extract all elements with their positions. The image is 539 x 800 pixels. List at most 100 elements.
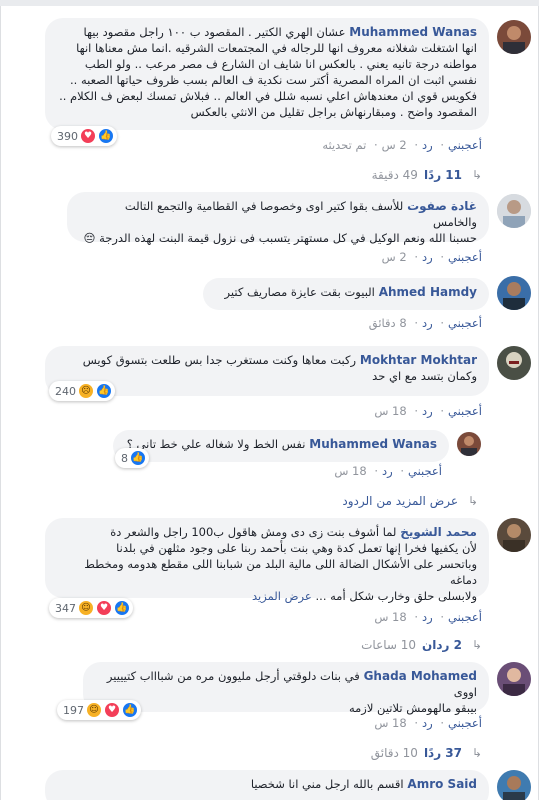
commenter-name[interactable]: Mokhtar Mokhtar [360,353,477,367]
comment-time[interactable]: 2 س [382,250,407,264]
commenter-name[interactable]: غادة صفوت [407,199,477,213]
comment-bubble: Ahmed Hamdy البيوت بقت عايزة مصاريف كتير [203,278,489,310]
commenter-name[interactable]: Muhammed Wanas [309,437,437,451]
like-link[interactable]: أعجبني [448,250,482,264]
like-link[interactable]: أعجبني [448,610,482,624]
reply-arrow-icon: ↳ [471,638,482,652]
avatar[interactable] [497,20,531,54]
reply-link[interactable]: رد [422,138,433,152]
haha-reaction-icon: ☺ [78,600,94,616]
comment-time[interactable]: 18 س [374,404,406,418]
sad-reaction-icon: ☹ [78,383,94,399]
comment-bubble: Amro Said اقسم بالله ارجل مني انا شخصيا [45,770,489,800]
reply-bubble: Muhammed Wanas نفس الخط ولا شغاله علي خط… [113,430,449,462]
comment-text: بيبقو مالهومش تلاتين لازمه [348,701,477,715]
avatar[interactable] [497,770,531,800]
avatar[interactable] [457,432,481,456]
comment-text: وكمان بتسد مع اي حد [372,369,477,383]
profile-photo-icon [497,770,531,800]
comment-bubble: Ghada Mohamed في بنات دلوقتي أرجل مليوون… [83,662,489,715]
profile-photo-icon [457,432,481,456]
like-reaction-icon: 👍 [130,450,146,466]
reaction-count: 240 [55,384,76,398]
haha-reaction-icon: ☺ [86,702,102,718]
comment-text: فكويس قوي ان معندهاش اعلي نسبه شلل في ال… [59,89,477,103]
reaction-summary[interactable]: 347 ☺ ♥ 👍 [49,598,133,618]
like-link[interactable]: أعجبني [448,716,482,730]
comment-text: ولابسلى حلق وخارب شكل أمه ... [315,589,477,603]
comment-bubble: محمد الشويخ لما أشوف بنت زى دى ومش هاقول… [45,518,489,603]
comment-actions: أعجبني· رد· 18 س [334,464,442,478]
comment-time[interactable]: 2 س [382,138,407,152]
avatar[interactable] [497,276,531,310]
comment-bubble: غادة صفوت للأسف بقوا كتير اوى وخصوصا في … [67,192,489,245]
avatar[interactable] [497,194,531,228]
comment-time[interactable]: 18 س [374,610,406,624]
like-link[interactable]: أعجبني [448,404,482,418]
comment-time[interactable]: 18 س [374,716,406,730]
like-link[interactable]: أعجبني [448,138,482,152]
like-reaction-icon: 👍 [96,383,112,399]
commenter-name[interactable]: محمد الشويخ [400,525,477,539]
profile-photo-icon [497,20,531,54]
reaction-summary[interactable]: 390 ♥ 👍 [51,126,117,146]
like-reaction-icon: 👍 [114,600,130,616]
comments-panel: Muhammed Wanas عشان الهري الكتير . المقص… [0,6,539,800]
reaction-summary[interactable]: 8 👍 [115,448,149,468]
love-reaction-icon: ♥ [96,600,112,616]
replies-count: 2 ردان [422,638,462,652]
view-replies-link[interactable]: ↳ 37 ردًا 10 دقائق [371,746,482,760]
reply-link[interactable]: رد [422,250,433,264]
comment-actions: أعجبني· رد· 2 س [381,250,482,264]
comment-text: انها اشتغلت شغلانه معروف انها للرجاله في… [76,41,477,55]
comment-actions: أعجبني· رد· 18 س [374,610,482,624]
like-link[interactable]: أعجبني [408,464,442,478]
love-reaction-icon: ♥ [80,128,96,144]
love-reaction-icon: ♥ [104,702,120,718]
reply-link[interactable]: رد [422,610,433,624]
comment-time[interactable]: 8 دقائق [369,316,407,330]
edited-label[interactable]: تم تحديثه [322,138,366,152]
comment-text: لما أشوف بنت زى دى ومش هاقول ب100 راجل و… [110,525,397,539]
replies-count: 37 ردًا [423,746,462,760]
comment-text: لأن يكفيها فخرا إنها تعمل كدة وهي بنت بأ… [116,541,477,555]
like-link[interactable]: أعجبني [448,316,482,330]
comment-time[interactable]: 18 س [334,464,366,478]
reaction-summary[interactable]: 197 ☺ ♥ 👍 [57,700,141,720]
avatar[interactable] [497,346,531,380]
commenter-name[interactable]: Amro Said [407,777,477,791]
profile-photo-icon [497,276,531,310]
profile-photo-icon [497,518,531,552]
reply-link[interactable]: رد [382,464,393,478]
replies-count: 11 ردًا [423,168,462,182]
reply-arrow-icon: ↳ [467,494,478,508]
view-more-replies-label: عرض المزيد من الردود [342,494,458,508]
avatar[interactable] [497,662,531,696]
profile-photo-icon [497,346,531,380]
commenter-name[interactable]: Muhammed Wanas [349,25,477,39]
reaction-count: 390 [57,129,78,143]
reaction-count: 197 [63,703,84,717]
reaction-summary[interactable]: 240 ☹ 👍 [49,381,115,401]
comment-text: المقصود واضح . ومبقارنهاش براجل تقليل من… [190,105,477,119]
view-replies-link[interactable]: ↳ 2 ردان 10 ساعات [361,638,482,652]
reply-arrow-icon: ↳ [471,746,482,760]
comment-actions: أعجبني· رد· 18 س [374,716,482,730]
comment-text: نفس الخط ولا شغاله علي خط تاني ؟ [126,437,306,451]
comment-actions: أعجبني· رد· 8 دقائق [368,316,482,330]
reply-arrow-icon: ↳ [471,168,482,182]
replies-time: 49 دقيقة [371,168,418,182]
comment-text: وباتحسر على الأشكال الضالة اللى مالية ال… [84,557,477,587]
reply-link[interactable]: رد [422,404,433,418]
commenter-name[interactable]: Ghada Mohamed [364,669,477,683]
view-more-replies-link[interactable]: ↳ عرض المزيد من الردود [342,494,478,508]
reply-link[interactable]: رد [422,716,433,730]
comment-text: اقسم بالله ارجل مني انا شخصيا [250,777,404,791]
reply-link[interactable]: رد [422,316,433,330]
comment-actions: أعجبني· رد· 18 س [374,404,482,418]
avatar[interactable] [497,518,531,552]
commenter-name[interactable]: Ahmed Hamdy [379,285,477,299]
see-more-link[interactable]: عرض المزيد [252,589,312,603]
view-replies-link[interactable]: ↳ 11 ردًا 49 دقيقة [372,168,482,182]
profile-photo-icon [497,194,531,228]
